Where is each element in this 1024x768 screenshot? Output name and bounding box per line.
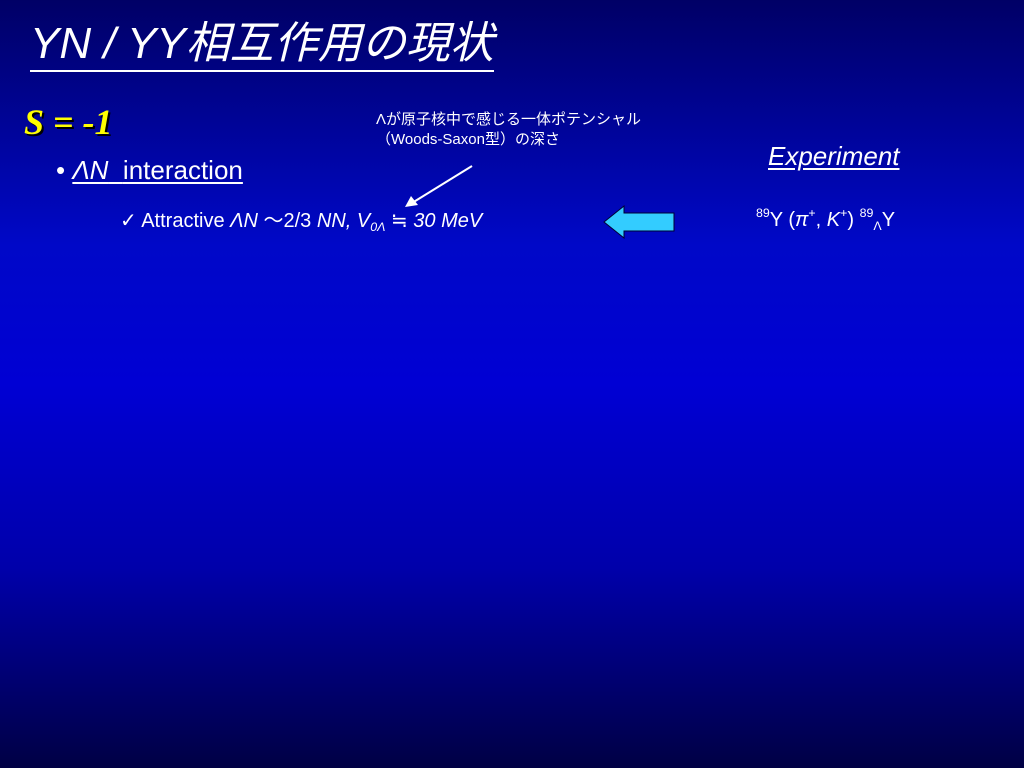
experiment-heading: Experiment xyxy=(768,141,900,171)
reaction-formula: 89Y (π+, K+) 89ΛY xyxy=(756,206,896,234)
left-block-arrow-icon xyxy=(603,204,675,240)
lambda-n-symbol: ΛN xyxy=(72,155,109,185)
bullet-label: ΛN interaction xyxy=(72,155,243,185)
pion-symbol: π xyxy=(795,209,809,231)
bullet-marker: • xyxy=(56,155,66,185)
potential-annotation: Λが原子核中で感じる一体ポテンシャル （Woods-Saxon型）の深さ xyxy=(376,110,641,150)
product-mass-number: 89 xyxy=(859,206,874,221)
pion-charge: + xyxy=(808,206,816,221)
close-paren: ) xyxy=(847,209,855,231)
target-nucleus: Y xyxy=(769,209,783,231)
open-paren: ( xyxy=(788,209,796,231)
annotation-line-1: Λが原子核中で感じる一体ポテンシャル xyxy=(376,111,642,128)
potential-value: 30 MeV xyxy=(413,210,483,232)
product-lambda-subscript: Λ xyxy=(873,219,882,234)
attractive-word: Attractive xyxy=(141,210,225,232)
product-nucleus: Y xyxy=(881,209,896,231)
lambda-n-term: ΛN xyxy=(230,210,258,232)
approx-equal-symbol: ≒ xyxy=(390,210,408,232)
annotation-line-2: （Woods-Saxon型）の深さ xyxy=(376,131,560,148)
check-icon: ✓ xyxy=(120,210,137,232)
nn-term: NN, xyxy=(316,210,352,232)
comma: , xyxy=(815,209,822,231)
bullet-lambda-n-interaction: • ΛN interaction xyxy=(56,156,243,185)
slide-title: YN / YY相互作用の現状 xyxy=(30,22,494,72)
interaction-word: interaction xyxy=(122,155,243,185)
potential-symbol: V0Λ xyxy=(356,210,386,235)
strangeness-subtitle: S = -1 xyxy=(24,102,113,142)
potential-subscript: 0Λ xyxy=(370,220,386,235)
thin-arrow-icon xyxy=(405,165,473,207)
kaon-charge: + xyxy=(840,206,848,221)
kaon-symbol: K xyxy=(826,209,841,231)
ratio-term: 〜2/3 xyxy=(263,210,312,232)
attractive-statement: ✓ Attractive ΛN 〜2/3 NN, V0Λ ≒ 30 MeV xyxy=(120,210,483,235)
target-mass-number: 89 xyxy=(756,206,770,221)
